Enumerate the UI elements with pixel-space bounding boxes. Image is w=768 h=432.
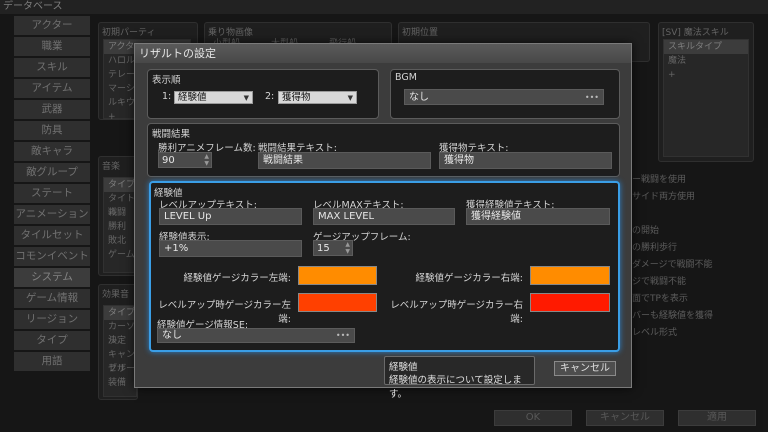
battle-result-label: 戦闘結果 [152, 129, 191, 140]
bgm-value: なし [409, 92, 429, 103]
gauge-right-color-swatch[interactable] [530, 266, 610, 285]
gauge-left-color-label: 経験値ゲージカラー左端: [183, 273, 291, 284]
order-slot2-number: 2: [265, 91, 275, 102]
order-slot1-number: 1: [162, 91, 172, 102]
ellipsis-icon: ••• [584, 93, 599, 102]
display-order-label: 表示順 [152, 75, 181, 86]
levelup-text-input[interactable]: LEVEL Up [159, 208, 302, 225]
gauge-se-value: なし [162, 330, 182, 341]
help-tooltip: 経験値 経験値の表示について設定します。 [384, 356, 535, 400]
order-slot2-value: 獲得物 [282, 92, 311, 103]
display-order-group: 表示順 1: 経験値 ▼ 2: 獲得物 ▼ [147, 69, 379, 119]
cancel-button[interactable]: キャンセル [554, 361, 616, 376]
dialog-title: リザルトの設定 [135, 44, 631, 63]
gauge-frames-stepper[interactable]: 15 ▲ ▼ [313, 240, 353, 256]
levelup-gauge-left-color-swatch[interactable] [298, 293, 377, 312]
battle-result-group: 戦闘結果 勝利アニメフレーム数: 90 ▲ ▼ 戦闘結果テキスト: 戦闘結果 獲得… [147, 123, 620, 177]
tooltip-body: 経験値の表示について設定します。 [389, 375, 522, 400]
gauge-se-select[interactable]: なし ••• [157, 328, 355, 343]
ellipsis-icon: ••• [335, 331, 350, 340]
bgm-select[interactable]: なし ••• [404, 89, 604, 105]
exp-display-input[interactable]: +1% [159, 240, 302, 257]
order-slot2-select[interactable]: 獲得物 ▼ [278, 91, 357, 104]
victory-frames-stepper[interactable]: 90 ▲ ▼ [158, 152, 212, 168]
exp-group: 経験値 レベルアップテキスト: LEVEL Up レベルMAXテキスト: MAX… [149, 181, 620, 352]
levelup-gauge-right-color-swatch[interactable] [530, 293, 610, 312]
loot-text-input[interactable]: 獲得物 [439, 152, 612, 169]
tooltip-title: 経験値 [389, 362, 418, 373]
gained-exp-text-input[interactable]: 獲得経験値 [466, 208, 610, 225]
chevron-down-icon: ▼ [347, 94, 353, 102]
spinner-arrows-icon: ▲ ▼ [345, 241, 350, 255]
chevron-down-icon: ▼ [243, 94, 249, 102]
order-slot1-select[interactable]: 経験値 ▼ [174, 91, 253, 104]
levelup-gauge-right-color-label: レベルアップ時ゲージカラー右端: [390, 300, 523, 325]
victory-frames-value: 90 [162, 155, 175, 166]
bgm-group: BGM なし ••• [390, 69, 620, 119]
gauge-right-color-label: 経験値ゲージカラー右端: [415, 273, 523, 284]
levelmax-text-input[interactable]: MAX LEVEL [313, 208, 455, 225]
result-text-input[interactable]: 戦闘結果 [258, 152, 431, 169]
spinner-arrows-icon: ▲ ▼ [204, 153, 209, 167]
gauge-left-color-swatch[interactable] [298, 266, 377, 285]
bgm-label: BGM [395, 72, 417, 83]
result-settings-dialog: リザルトの設定 表示順 1: 経験値 ▼ 2: 獲得物 ▼ BGM なし •••… [134, 43, 632, 400]
gauge-frames-value: 15 [317, 243, 330, 254]
order-slot1-value: 経験値 [178, 92, 207, 103]
